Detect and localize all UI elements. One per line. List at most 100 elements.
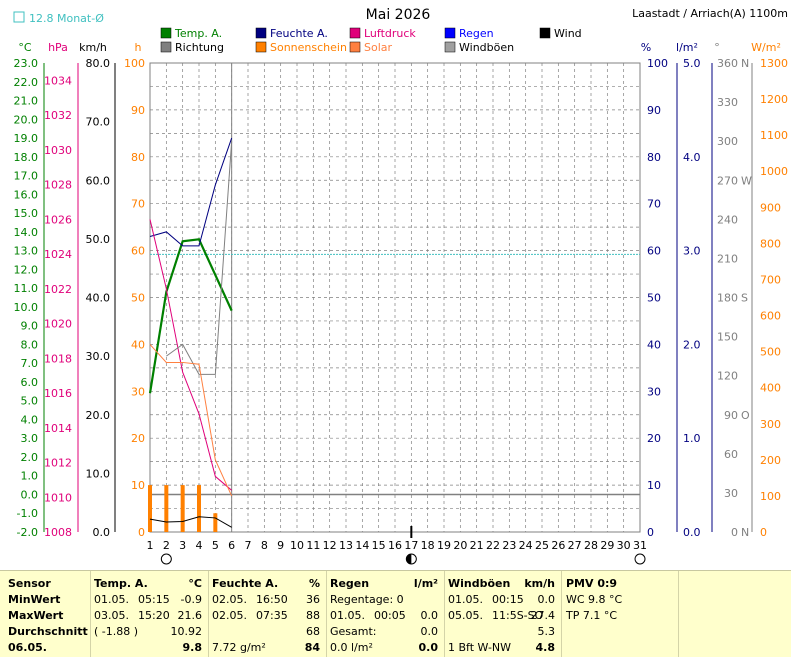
direction-axis-tick: 60 — [724, 448, 738, 461]
temp-axis-tick: 5.0 — [21, 395, 39, 408]
sun-axis-tick: 60 — [131, 245, 145, 258]
temp-axis-tick: 3.0 — [21, 432, 39, 445]
wind-axis-tick: 80.0 — [86, 57, 111, 70]
summary-header-pmv: PMV 0:9 — [566, 577, 618, 590]
summary-temp-value: -0.9 — [180, 593, 202, 606]
rain-axis-tick: 0.0 — [683, 526, 701, 539]
summary-temp-value: 10.92 — [170, 625, 203, 638]
pressure-axis-tick: 1032 — [44, 109, 72, 122]
legend-label: Feuchte A. — [270, 27, 328, 40]
sun-axis-tick: 30 — [131, 385, 145, 398]
legend-item: Luftdruck — [349, 27, 416, 40]
x-tick-label: 10 — [290, 539, 304, 552]
summary-hum-value: 36 — [306, 593, 320, 606]
axis-unit-label: °C — [18, 41, 32, 54]
wind-axis-tick: 60.0 — [86, 174, 111, 187]
axis-unit-label: h — [135, 41, 142, 54]
temp-axis-tick: 6.0 — [21, 376, 39, 389]
legend-label: Temp. A. — [174, 27, 222, 40]
x-tick-label: 26 — [551, 539, 565, 552]
legend-label: Solar — [364, 41, 393, 54]
solar-axis-tick: 1200 — [760, 93, 788, 106]
temp-axis-tick: 17.0 — [14, 170, 39, 183]
direction-axis-tick: 240 — [717, 213, 738, 226]
axis-unit-label: l/m² — [676, 41, 698, 54]
temp-axis-tick: 9.0 — [21, 320, 39, 333]
moon-full-icon — [634, 553, 646, 565]
compass-label: N — [741, 57, 749, 70]
x-tick-label: 14 — [355, 539, 369, 552]
summary-row-label: 06.05. — [8, 641, 47, 654]
legend-swatch — [444, 27, 456, 39]
summary-separator — [444, 571, 445, 657]
wind-axis-tick: 40.0 — [86, 292, 111, 305]
location-label: Laastadt / Arriach(A) 1100m — [632, 7, 788, 20]
x-tick-label: 1 — [147, 539, 154, 552]
direction-axis-tick: 360 — [717, 57, 738, 70]
x-tick-label: 30 — [617, 539, 631, 552]
humidity-axis-tick: 0 — [647, 526, 654, 539]
summary-rain-date: Regentage: 0 — [330, 593, 404, 606]
monthly-avg-label: 12.8 Monat-Ø — [29, 12, 104, 25]
direction-axis-tick: 150 — [717, 331, 738, 344]
rain-axis-tick: 1.0 — [683, 432, 701, 445]
x-tick-label: 13 — [339, 539, 353, 552]
solar-axis-tick: 100 — [760, 490, 781, 503]
temp-axis-tick: 14.0 — [14, 226, 39, 239]
temp-axis-tick: 1.0 — [21, 470, 39, 483]
x-tick-label: 23 — [502, 539, 516, 552]
summary-separator — [678, 571, 679, 657]
sun-axis-tick: 80 — [131, 151, 145, 164]
summary-row-label: MaxWert — [8, 609, 64, 622]
rain-axis-tick: 2.0 — [683, 338, 701, 351]
summary-separator — [208, 571, 209, 657]
sun-axis-tick: 0 — [138, 526, 145, 539]
rain-axis-tick: 4.0 — [683, 151, 701, 164]
sun-axis-tick: 100 — [124, 57, 145, 70]
summary-hum-value: 88 — [306, 609, 320, 622]
x-tick-label: 28 — [584, 539, 598, 552]
pressure-axis-tick: 1028 — [44, 179, 72, 192]
summary-wc-value: WC 9.8 °C — [566, 593, 623, 606]
x-tick-label: 2 — [163, 539, 170, 552]
summary-gust-value: 27.4 — [530, 609, 556, 622]
legend-label: Wind — [554, 27, 582, 40]
summary-hum-value: 68 — [306, 625, 320, 638]
direction-axis-tick: 330 — [717, 96, 738, 109]
solar-axis-tick: 1100 — [760, 129, 788, 142]
wind-axis-tick: 0.0 — [93, 526, 111, 539]
legend-item: Solar — [349, 41, 393, 54]
solar-axis-tick: 800 — [760, 237, 781, 250]
pressure-axis-tick: 1024 — [44, 248, 72, 261]
legend-swatch — [444, 41, 456, 53]
temp-axis-tick: 22.0 — [14, 76, 39, 89]
moon-new-icon — [406, 554, 412, 564]
summary-temp-value: 9.8 — [182, 641, 203, 654]
temp-axis-tick: 16.0 — [14, 188, 39, 201]
pressure-axis-tick: 1008 — [44, 526, 72, 539]
legend-label: Regen — [459, 27, 494, 40]
page-title: Mai 2026 — [366, 7, 431, 23]
legend-item: Sonnenschein — [255, 41, 347, 54]
humidity-axis-tick: 20 — [647, 432, 661, 445]
humidity-axis-tick: 80 — [647, 151, 661, 164]
compass-label: W — [741, 174, 752, 187]
pressure-axis-tick: 1018 — [44, 352, 72, 365]
pressure-axis-tick: 1010 — [44, 491, 72, 504]
humidity-axis-tick: 60 — [647, 245, 661, 258]
summary-rain-value: 0.0 — [418, 641, 439, 654]
sun-axis-tick: 20 — [131, 432, 145, 445]
legend-item: Wind — [539, 27, 582, 40]
wind-axis-tick: 70.0 — [86, 116, 111, 129]
summary-gust-value: 4.8 — [535, 641, 556, 654]
temp-axis-tick: 2.0 — [21, 451, 39, 464]
temp-axis-tick: 4.0 — [21, 413, 39, 426]
chart-grid — [149, 62, 641, 533]
x-tick-label: 18 — [421, 539, 435, 552]
legend-swatch — [349, 27, 361, 39]
humidity-axis-tick: 70 — [647, 198, 661, 211]
chart-legend: Temp. A. Feuchte A. Luftdruck Regen Wind Rich… — [160, 27, 582, 54]
temp-axis-tick: 12.0 — [14, 263, 39, 276]
monthly-avg-checkbox[interactable] — [13, 11, 25, 23]
summary-gust-value: 0.0 — [537, 593, 556, 606]
